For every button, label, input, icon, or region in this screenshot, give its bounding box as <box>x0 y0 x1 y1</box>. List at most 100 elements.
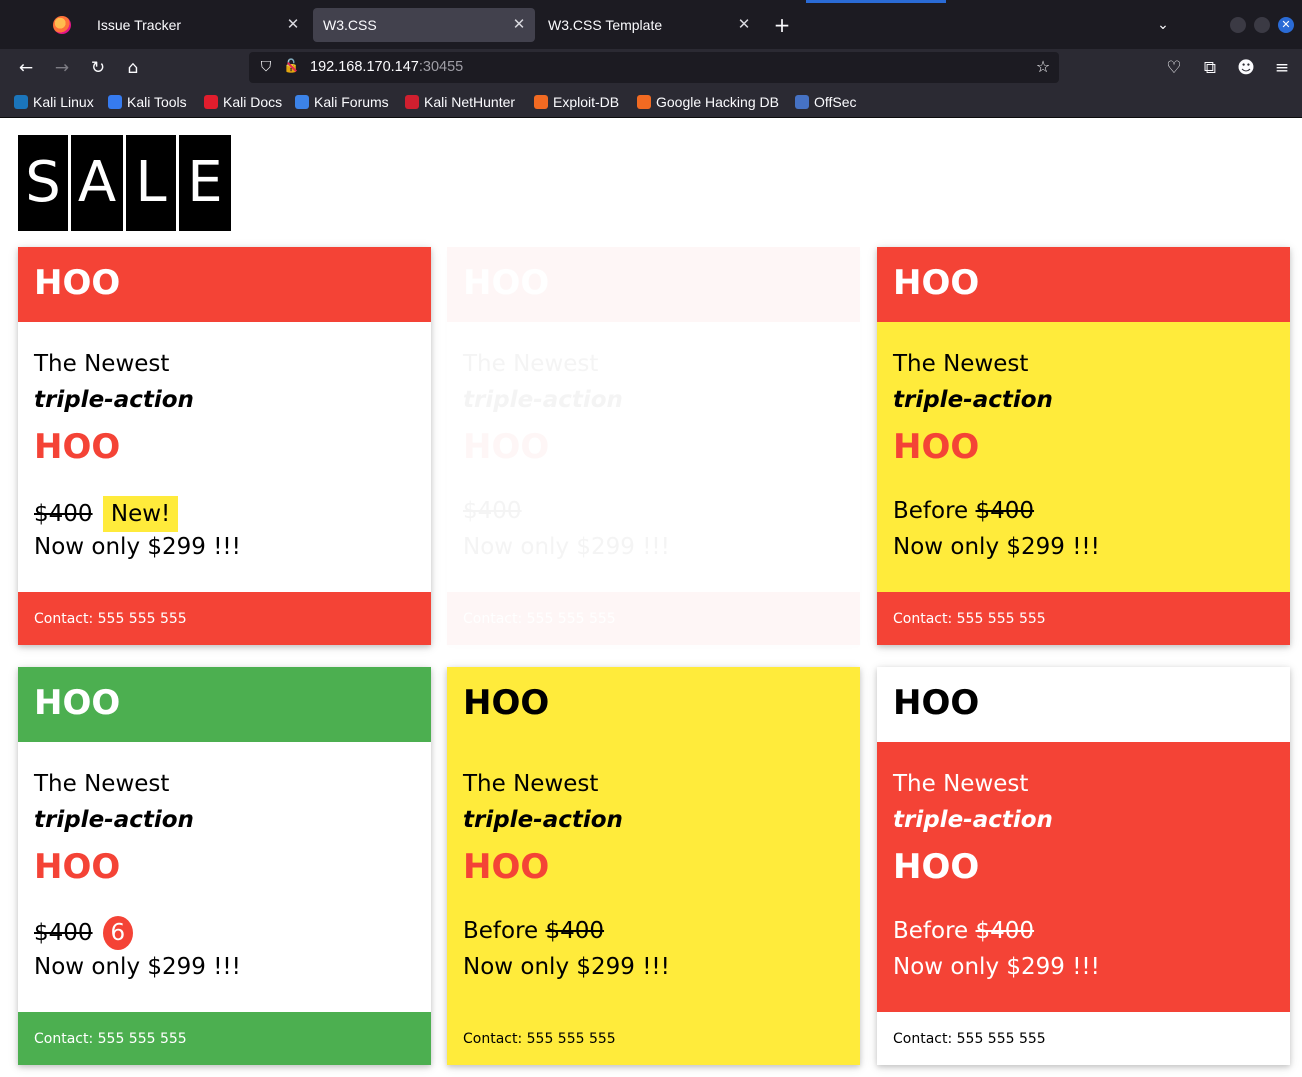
card-old-price: Before $400 <box>463 916 604 946</box>
insecure-lock-icon[interactable]: 🔓 <box>283 58 299 76</box>
card-footer: Contact: 555 555 555 <box>447 592 860 645</box>
count-badge: 6 <box>102 916 133 950</box>
close-window-button[interactable]: ✕ <box>1278 17 1294 33</box>
url-port: :30455 <box>418 59 464 75</box>
kali-forums-icon <box>295 95 309 109</box>
kali-tools-icon <box>108 95 122 109</box>
chevron-down-icon[interactable]: ⌄ <box>1152 14 1174 36</box>
card-footer: Contact: 555 555 555 <box>877 1012 1290 1065</box>
offsec-icon <box>795 95 809 109</box>
back-arrow-icon[interactable]: ← <box>15 57 37 79</box>
close-icon[interactable]: ✕ <box>736 15 752 33</box>
bookmarks-toolbar: Kali Linux Kali Tools Kali Docs Kali For… <box>0 87 1302 118</box>
card-body: The Newest triple-action HOO $400 6 Now … <box>18 742 431 1012</box>
bookmark-star-icon[interactable]: ☆ <box>1033 57 1053 77</box>
tab-issue-tracker[interactable]: Issue Tracker ✕ <box>87 8 309 42</box>
bookmark-kali-docs[interactable]: Kali Docs <box>204 94 282 112</box>
bookmark-offsec[interactable]: OffSec <box>795 94 857 112</box>
card-now-price: Now only $299 !!! <box>463 954 670 980</box>
home-icon[interactable]: ⌂ <box>122 57 144 79</box>
card-now-price: Now only $299 !!! <box>893 954 1100 980</box>
sale-letter: L <box>126 135 176 231</box>
firefox-icon[interactable] <box>53 16 71 34</box>
extensions-icon[interactable]: ⧉ <box>1199 57 1221 79</box>
forward-arrow-icon[interactable]: → <box>51 57 73 79</box>
tab-label: W3.CSS Template <box>548 17 663 33</box>
navigation-toolbar: ← → ↻ ⌂ ⛉ 🔓 192.168.170.147:30455 ☆ ♡ ⧉ … <box>0 49 1302 87</box>
contact-text: Contact: 555 555 555 <box>34 611 187 627</box>
before-label: Before <box>893 918 976 944</box>
maximize-button[interactable] <box>1254 17 1270 33</box>
pocket-icon[interactable]: ♡ <box>1163 57 1185 79</box>
url-host: 192.168.170.147 <box>310 59 419 75</box>
contact-text: Contact: 555 555 555 <box>463 609 616 629</box>
card-old-price: $400 New! <box>34 496 179 532</box>
sale-letter: S <box>18 135 68 231</box>
sale-letter: E <box>179 135 231 231</box>
account-icon[interactable]: ☻ <box>1235 57 1257 79</box>
card-line-newest: The Newest <box>893 351 1029 377</box>
card-body: The Newest triple-action HOO Before $400… <box>877 742 1290 1012</box>
bookmark-exploit-db[interactable]: Exploit-DB <box>534 94 619 112</box>
card-line-newest: The Newest <box>893 771 1029 797</box>
card-footer: Contact: 555 555 555 <box>18 592 431 645</box>
card-body: The Newest triple-action HOO $400 Now on… <box>447 322 860 592</box>
card-now-price: Now only $299 !!! <box>463 532 670 562</box>
old-price: $400 <box>34 501 93 527</box>
bookmark-kali-linux[interactable]: Kali Linux <box>14 94 94 112</box>
shield-icon[interactable]: ⛉ <box>257 58 275 76</box>
card-old-price: Before $400 <box>893 916 1034 946</box>
reload-icon[interactable]: ↻ <box>87 57 109 79</box>
card-title: HOO <box>463 683 550 723</box>
card-line-product: HOO <box>34 427 121 467</box>
old-price: $400 <box>975 918 1035 944</box>
card-line-product: HOO <box>463 847 550 887</box>
product-card: HOO The Newest triple-action HOO $400 6 … <box>18 667 431 1065</box>
card-line-newest: The Newest <box>34 771 170 797</box>
window-accent <box>806 0 946 3</box>
card-now-price: Now only $299 !!! <box>893 534 1100 560</box>
card-header: HOO <box>18 247 431 322</box>
close-icon[interactable]: ✕ <box>285 15 301 33</box>
address-bar[interactable]: ⛉ 🔓 192.168.170.147:30455 ☆ <box>249 52 1059 83</box>
contact-text: Contact: 555 555 555 <box>463 1031 616 1047</box>
card-title: HOO <box>463 263 549 303</box>
card-header: HOO <box>877 247 1290 322</box>
url-text[interactable]: 192.168.170.147:30455 <box>310 59 463 75</box>
card-line-action: triple-action <box>893 807 1053 833</box>
tab-w3css-template[interactable]: W3.CSS Template ✕ <box>538 8 760 42</box>
sale-banner: S A L E <box>18 135 231 231</box>
product-card: HOO The Newest triple-action HOO Before … <box>447 667 860 1065</box>
bookmark-google-hacking-db[interactable]: Google Hacking DB <box>637 94 779 112</box>
card-old-price: $400 <box>463 496 522 526</box>
page-content: S A L E HOO The Newest triple-action HOO… <box>0 119 1302 1077</box>
exploit-db-icon <box>534 95 548 109</box>
card-line-newest: The Newest <box>34 351 170 377</box>
card-line-action: triple-action <box>34 387 194 413</box>
card-footer: Contact: 555 555 555 <box>877 592 1290 645</box>
tab-bar: Issue Tracker ✕ W3.CSS ✕ W3.CSS Template… <box>0 0 1302 49</box>
close-icon[interactable]: ✕ <box>511 15 527 33</box>
minimize-button[interactable] <box>1230 17 1246 33</box>
card-header: HOO <box>877 667 1290 742</box>
old-price: $400 <box>34 920 93 946</box>
card-old-price: Before $400 <box>893 496 1034 526</box>
card-header: HOO <box>447 667 860 742</box>
menu-icon[interactable]: ≡ <box>1271 57 1293 79</box>
before-label: Before <box>893 498 976 524</box>
card-title: HOO <box>34 683 121 723</box>
kali-linux-icon <box>14 95 28 109</box>
google-hacking-db-icon <box>637 95 651 109</box>
tab-w3css[interactable]: W3.CSS ✕ <box>313 8 535 42</box>
card-body: The Newest triple-action HOO Before $400… <box>877 322 1290 592</box>
bookmark-kali-forums[interactable]: Kali Forums <box>295 94 389 112</box>
bookmark-kali-nethunter[interactable]: Kali NetHunter <box>405 94 515 112</box>
card-old-price: $400 6 <box>34 916 133 950</box>
card-now-price: Now only $299 !!! <box>34 534 241 560</box>
plus-icon[interactable]: + <box>770 13 794 37</box>
product-card: HOO The Newest triple-action HOO Before … <box>877 247 1290 645</box>
card-line-action: triple-action <box>463 807 623 833</box>
card-line-newest: The Newest <box>463 771 599 797</box>
bookmark-kali-tools[interactable]: Kali Tools <box>108 94 187 112</box>
old-price: $400 <box>463 498 522 524</box>
